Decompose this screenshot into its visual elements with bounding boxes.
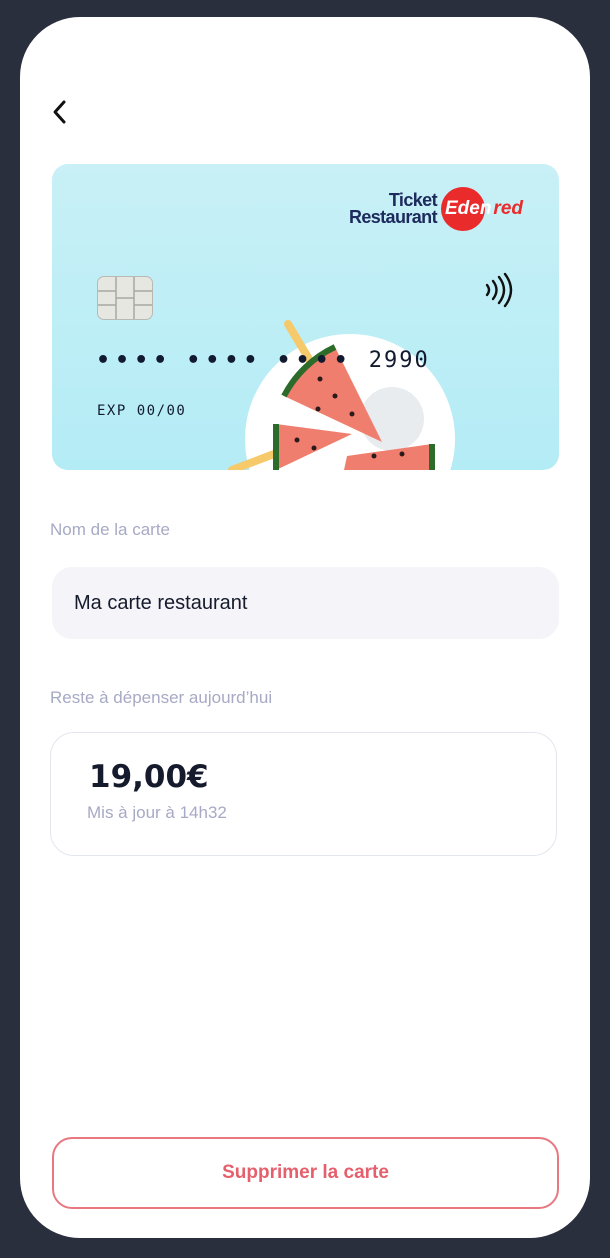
masked-group-2: •••• xyxy=(186,347,263,373)
masked-group-3: •••• xyxy=(276,347,353,373)
balance-amount: 19,00€ xyxy=(89,759,209,795)
phone-screen: Ticket Restaurant Eden red •••• •••• ••••… xyxy=(20,17,590,1238)
card-name-label: Nom de la carte xyxy=(50,520,170,539)
balance-updated-time: Mis à jour à 14h32 xyxy=(87,803,227,822)
delete-card-button[interactable]: Supprimer la carte xyxy=(52,1137,559,1209)
edenred-red-text: red xyxy=(493,198,523,219)
edenred-white-text: Eden xyxy=(444,198,492,219)
balance-card: 19,00€ Mis à jour à 14h32 xyxy=(50,732,557,856)
restaurant-card[interactable]: Ticket Restaurant Eden red •••• •••• ••••… xyxy=(52,164,559,470)
card-number: •••• •••• •••• 2990 xyxy=(96,348,430,373)
balance-label: Reste à dépenser aujourd’hui xyxy=(50,688,273,707)
contactless-icon xyxy=(485,272,513,308)
card-last4: 2990 xyxy=(368,348,430,373)
ticket-restaurant-logo: Ticket Restaurant Eden red xyxy=(349,186,523,232)
masked-group-1: •••• xyxy=(96,347,173,373)
edenred-logo: Eden red xyxy=(440,187,523,231)
card-expiry: EXP 00/00 xyxy=(97,403,187,419)
card-name-input[interactable] xyxy=(52,567,559,639)
chip-icon xyxy=(97,276,153,320)
brand-line-restaurant: Restaurant xyxy=(348,207,438,227)
chevron-left-icon xyxy=(53,100,66,124)
back-button[interactable] xyxy=(46,95,72,129)
